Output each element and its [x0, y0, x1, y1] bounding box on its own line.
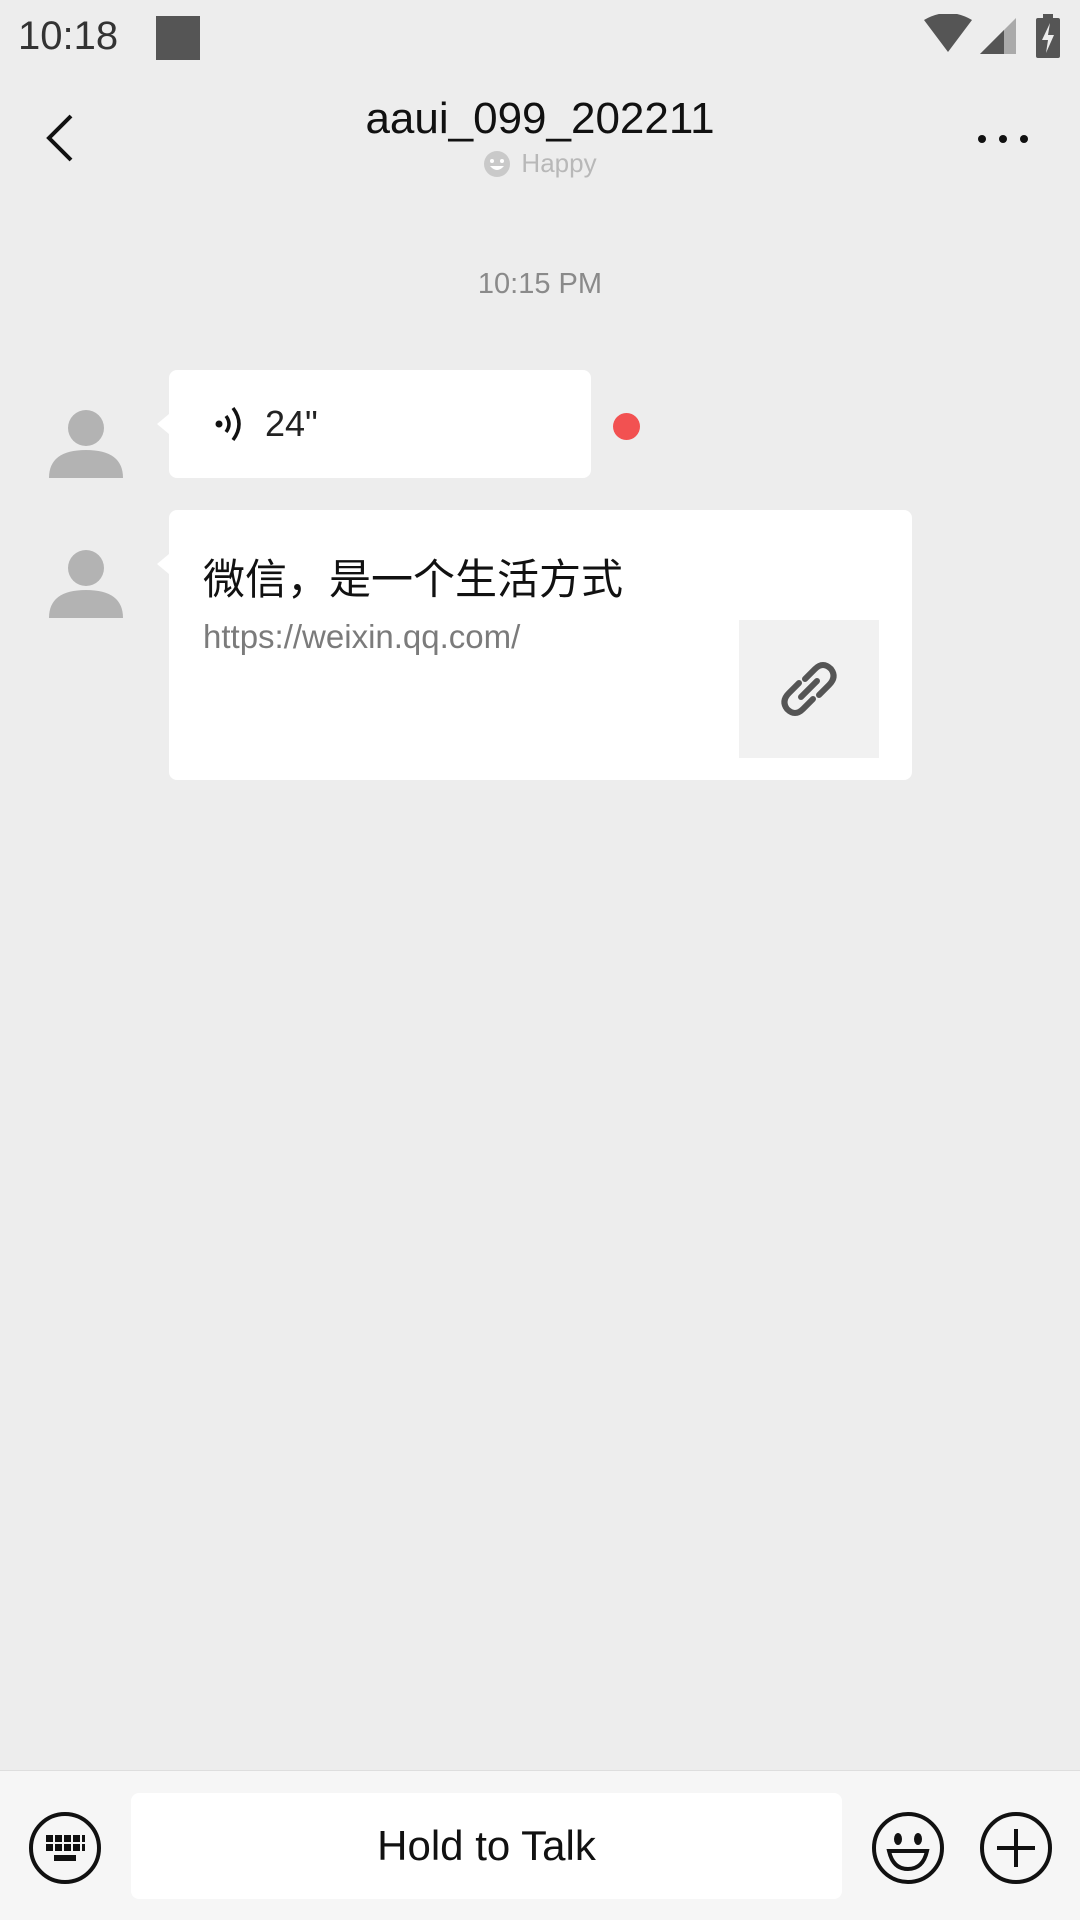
happy-face-icon	[484, 150, 511, 177]
emoji-icon	[872, 1812, 944, 1884]
notification-icon	[156, 16, 200, 60]
link-message-bubble[interactable]: 微信，是一个生活方式 https://weixin.qq.com/	[157, 510, 912, 780]
link-title: 微信，是一个生活方式	[203, 555, 624, 604]
emoji-button[interactable]	[871, 1811, 945, 1885]
unread-indicator	[613, 413, 640, 440]
keyboard-icon	[29, 1812, 101, 1884]
link-icon	[781, 662, 837, 716]
message-timestamp: 10:15 PM	[477, 268, 603, 300]
more-options-button[interactable]	[968, 114, 1038, 164]
more-functions-button[interactable]	[979, 1811, 1053, 1885]
default-avatar-icon	[49, 410, 123, 478]
voice-wave-icon	[215, 406, 241, 442]
voice-message-bubble[interactable]: 24"	[157, 370, 591, 478]
link-thumbnail	[739, 620, 879, 758]
status-bar: 10:18	[0, 0, 1080, 76]
input-bar: Hold to Talk	[0, 1770, 1080, 1920]
contact-status: Happy	[0, 148, 1080, 179]
plus-circle-icon	[980, 1812, 1052, 1884]
contact-status-text: Happy	[521, 148, 597, 178]
avatar[interactable]	[40, 526, 132, 618]
battery-charging-icon	[1036, 14, 1060, 58]
chat-title: aaui_099_202211	[365, 94, 715, 143]
link-url: https://weixin.qq.com/	[203, 618, 521, 655]
hold-to-talk-button[interactable]: Hold to Talk	[131, 1793, 842, 1899]
default-avatar-icon	[49, 550, 123, 618]
wifi-icon	[924, 14, 972, 52]
keyboard-toggle-button[interactable]	[28, 1811, 102, 1885]
status-time: 10:18	[18, 14, 119, 58]
more-dots-icon	[978, 135, 1028, 143]
voice-duration: 24"	[265, 403, 318, 444]
avatar[interactable]	[40, 386, 132, 478]
chat-header: aaui_099_202211 Happy	[0, 76, 1080, 200]
signal-icon	[980, 18, 1016, 54]
